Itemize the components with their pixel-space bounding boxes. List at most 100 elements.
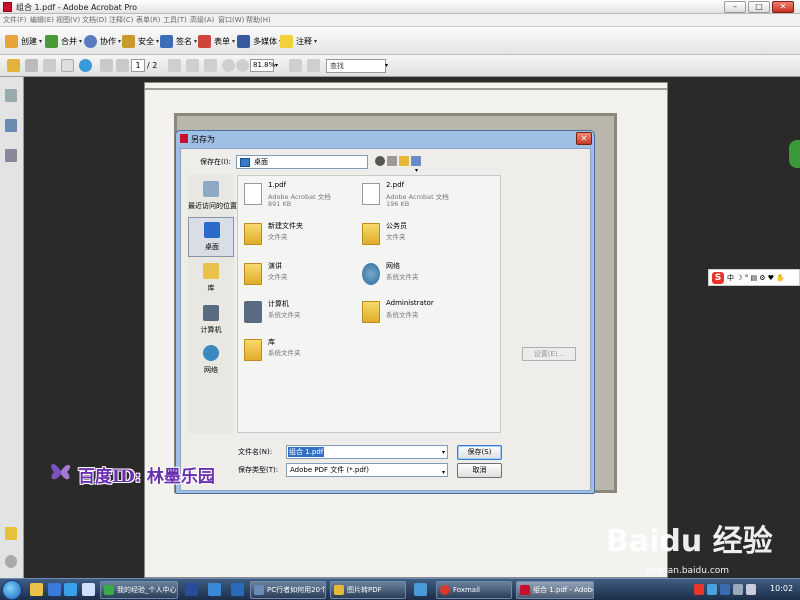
secure-button[interactable]: 安全 ▾ — [122, 33, 159, 49]
maximize-button[interactable]: □ — [748, 1, 770, 13]
menu-forms[interactable]: 表单(R) — [136, 15, 160, 25]
ime-toolbar[interactable]: S 中 ☽ ° ▤ ⚙ ♥ ✋ — [708, 269, 800, 286]
folder-item[interactable]: 新建文件夹 文件夹 — [242, 220, 354, 256]
media-quicklaunch-icon[interactable] — [48, 583, 61, 596]
save-disk-icon[interactable] — [43, 59, 56, 72]
app-icon[interactable] — [414, 583, 427, 596]
menu-comment[interactable]: 注释(C) — [109, 15, 133, 25]
forms-button[interactable]: 表单 ▾ — [198, 33, 235, 49]
create-button[interactable]: 创建 ▾ — [5, 33, 42, 49]
close-window-button[interactable]: ✕ — [772, 1, 794, 13]
hand-tool-icon[interactable] — [186, 59, 199, 72]
pages-panel-icon[interactable] — [5, 89, 17, 102]
place-library[interactable]: 库 — [188, 259, 234, 299]
place-network[interactable]: 网络 — [188, 341, 234, 381]
back-icon[interactable] — [375, 156, 385, 166]
taskbar-item[interactable]: PC行者如何用20个... — [250, 581, 326, 599]
file-item[interactable]: 1.pdf Adobe Acrobat 文档 891 KB — [242, 180, 354, 216]
photoshop-icon[interactable] — [185, 583, 198, 596]
attachments-paperclip-icon[interactable] — [5, 555, 17, 568]
zoom-in-icon[interactable] — [236, 59, 249, 72]
folder-item[interactable]: 公务员 文件夹 — [360, 220, 472, 256]
email-icon[interactable] — [61, 59, 74, 72]
window-icon — [254, 585, 264, 595]
folder-item[interactable]: Administrator 系统文件夹 — [360, 298, 472, 334]
sign-button[interactable]: 签名 ▾ — [160, 33, 197, 49]
menu-help[interactable]: 帮助(H) — [246, 15, 271, 25]
start-button[interactable] — [2, 580, 22, 600]
place-recent[interactable]: 最近访问的位置 — [188, 177, 237, 217]
menu-document[interactable]: 文档(D) — [82, 15, 107, 25]
save-button[interactable]: 保存(S) — [457, 445, 502, 460]
combine-button[interactable]: 合并 ▾ — [45, 33, 82, 49]
previous-page-icon[interactable] — [100, 59, 113, 72]
filename-input[interactable]: 组合 1.pdf ▾ — [286, 445, 448, 459]
clock[interactable]: 10:02 — [770, 584, 793, 593]
zoom-out-icon[interactable] — [222, 59, 235, 72]
network-tray-icon[interactable] — [733, 584, 743, 595]
zoom-level-input[interactable]: 81.8% — [250, 59, 275, 72]
ime-status-items[interactable]: 中 ☽ ° ▤ ⚙ ♥ ✋ — [727, 273, 785, 283]
cancel-button[interactable]: 取消 — [457, 463, 502, 478]
print-icon[interactable] — [25, 59, 38, 72]
view-menu-icon[interactable] — [411, 156, 421, 166]
filetype-dropdown-icon[interactable]: ▾ — [442, 467, 445, 479]
menu-tools[interactable]: 工具(T) — [163, 15, 187, 25]
sogou-tray-icon[interactable] — [694, 584, 704, 595]
marquee-zoom-icon[interactable] — [204, 59, 217, 72]
taskbar-item-active[interactable]: 组合 1.pdf - Adobe... — [516, 581, 594, 599]
signatures-panel-icon[interactable] — [5, 149, 17, 162]
comment-button[interactable]: 注释 ▾ — [280, 33, 317, 49]
multimedia-button[interactable]: 多媒体▾ — [237, 33, 282, 49]
fit-width-icon[interactable] — [307, 59, 320, 72]
save-in-select[interactable]: 桌面 ▾ — [236, 155, 418, 174]
fit-page-icon[interactable] — [289, 59, 302, 72]
select-tool-icon[interactable] — [168, 59, 181, 72]
volume-tray-icon[interactable] — [746, 584, 756, 595]
navigation-pane — [0, 77, 24, 578]
folder-item[interactable]: 演讲 文件夹 — [242, 260, 354, 296]
taskbar-item[interactable]: Foxmail — [436, 581, 512, 599]
bookmarks-panel-icon[interactable] — [5, 119, 17, 132]
tray-icon[interactable] — [720, 584, 730, 595]
file-item[interactable]: 2.pdf Adobe Acrobat 文档 196 KB — [360, 180, 472, 216]
taskbar-item[interactable]: 我的经验_个人中心... — [100, 581, 178, 599]
settings-button[interactable]: 设置(E)... — [522, 347, 576, 361]
menu-edit[interactable]: 编辑(E) — [30, 15, 54, 25]
app-icon[interactable] — [231, 583, 244, 596]
dialog-close-button[interactable]: ✕ — [576, 132, 592, 145]
up-folder-icon[interactable] — [387, 156, 397, 166]
ie-quicklaunch-icon[interactable] — [64, 583, 77, 596]
new-folder-icon[interactable] — [399, 156, 409, 166]
folder-item[interactable]: 计算机 系统文件夹 — [242, 298, 354, 334]
next-page-icon[interactable] — [116, 59, 129, 72]
zoom-dropdown-icon[interactable]: ▾ — [275, 62, 278, 69]
find-input[interactable]: 查找 — [326, 59, 386, 73]
menu-window[interactable]: 窗口(W) — [218, 15, 244, 25]
comments-panel-icon[interactable] — [5, 527, 17, 540]
place-desktop[interactable]: 桌面 — [188, 217, 234, 257]
page-number-input[interactable]: 1 — [131, 59, 145, 72]
app-icon[interactable] — [208, 583, 221, 596]
folder-item[interactable]: 库 系统文件夹 — [242, 336, 354, 372]
open-folder-icon[interactable] — [7, 59, 20, 72]
tray-icon[interactable] — [707, 584, 717, 595]
filetype-select[interactable]: Adobe PDF 文件 (*.pdf) ▾ — [286, 463, 448, 477]
folder-item[interactable]: 网络 系统文件夹 — [360, 260, 472, 296]
menu-advanced[interactable]: 高级(A) — [190, 15, 214, 25]
minimize-button[interactable]: – — [724, 1, 746, 13]
taskbar-item[interactable]: 图片转PDF — [330, 581, 406, 599]
pen-icon — [160, 34, 173, 48]
filename-value: 组合 1.pdf — [288, 447, 325, 457]
menu-view[interactable]: 视图(V) — [56, 15, 80, 25]
explorer-quicklaunch-icon[interactable] — [30, 583, 43, 596]
place-computer[interactable]: 计算机 — [188, 301, 234, 341]
dialog-title-bar: 另存为 — [180, 134, 215, 145]
menu-file[interactable]: 文件(F) — [3, 15, 27, 25]
side-green-tab[interactable] — [789, 140, 800, 168]
filename-dropdown-icon[interactable]: ▾ — [442, 449, 445, 456]
app-quicklaunch-icon[interactable] — [82, 583, 95, 596]
collaborate-button[interactable]: 协作 ▾ — [84, 33, 121, 49]
find-dropdown-icon[interactable]: ▾ — [385, 62, 388, 69]
web-icon[interactable] — [79, 59, 92, 72]
